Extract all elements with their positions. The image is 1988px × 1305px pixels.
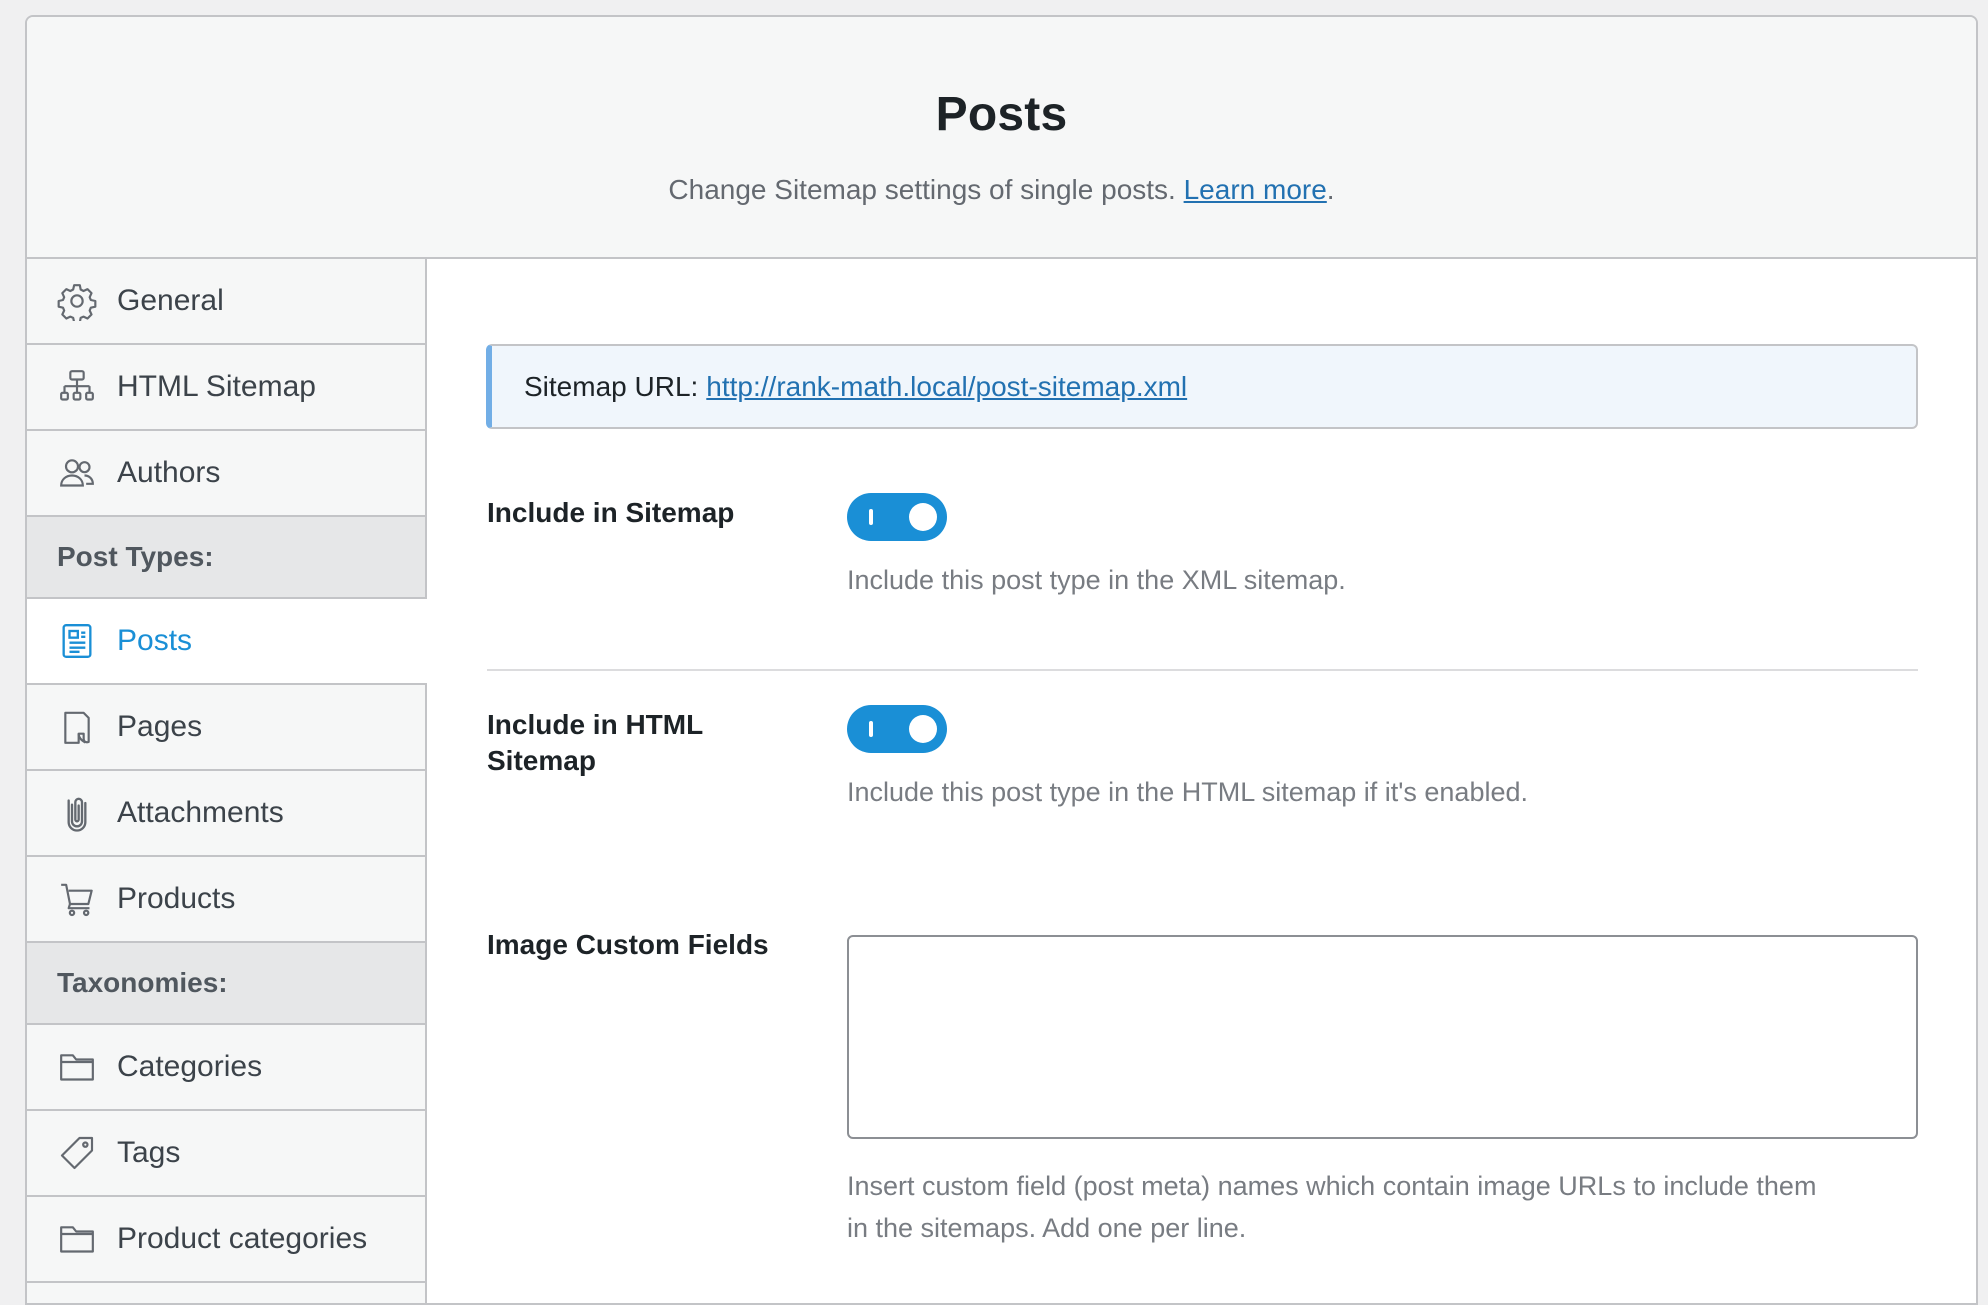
folder-icon bbox=[57, 1047, 97, 1087]
divider bbox=[487, 669, 1918, 671]
cart-icon bbox=[57, 879, 97, 919]
sidebar-item-authors[interactable]: Authors bbox=[27, 431, 425, 517]
main-content: Sitemap URL: http://rank-math.local/post… bbox=[427, 259, 1976, 1303]
sitemap-icon bbox=[57, 367, 97, 407]
include-sitemap-label: Include in Sitemap bbox=[487, 497, 735, 528]
description-line1: Insert custom field (post meta) names wh… bbox=[847, 1171, 1817, 1201]
sidebar-item-tags[interactable]: Tags bbox=[27, 1111, 425, 1197]
sidebar-item-products[interactable]: Products bbox=[27, 857, 425, 943]
toggle-knob bbox=[909, 715, 937, 743]
image-custom-fields-label: Image Custom Fields bbox=[487, 929, 769, 960]
post-types-heading: Post Types: bbox=[27, 517, 425, 599]
learn-more-link[interactable]: Learn more bbox=[1184, 174, 1327, 205]
include-sitemap-toggle[interactable] bbox=[847, 493, 947, 541]
sidebar-item-label: General bbox=[117, 284, 224, 317]
sidebar-item-product-categories[interactable]: Product categories bbox=[27, 1197, 425, 1283]
paperclip-icon bbox=[57, 793, 97, 833]
folder-icon bbox=[57, 1219, 97, 1259]
include-sitemap-description: Include this post type in the XML sitema… bbox=[847, 565, 1346, 595]
page-title: Posts bbox=[935, 88, 1068, 141]
sidebar-item-label: Products bbox=[117, 882, 236, 915]
sidebar-item-attachments[interactable]: Attachments bbox=[27, 771, 425, 857]
include-html-sitemap-label: Include in HTML Sitemap bbox=[487, 707, 703, 779]
toggle-knob bbox=[909, 503, 937, 531]
page-icon bbox=[57, 707, 97, 747]
sidebar-item-posts[interactable]: Posts bbox=[27, 599, 429, 685]
sidebar-item-categories[interactable]: Categories bbox=[27, 1025, 425, 1111]
toggle-on-indicator bbox=[869, 509, 873, 525]
page-header: Posts Change Sitemap settings of single … bbox=[27, 17, 1976, 259]
sidebar-item-label: Product categories bbox=[117, 1222, 368, 1255]
include-html-sitemap-toggle[interactable] bbox=[847, 705, 947, 753]
include-html-sitemap-label-line1: Include in HTML bbox=[487, 709, 704, 740]
sidebar-item-pages[interactable]: Pages bbox=[27, 685, 425, 771]
sidebar-item-label: Categories bbox=[117, 1050, 263, 1083]
subtitle-period: . bbox=[1326, 174, 1335, 205]
taxonomies-heading: Taxonomies: bbox=[27, 943, 425, 1025]
image-custom-fields-description: Insert custom field (post meta) names wh… bbox=[847, 1165, 1816, 1249]
include-html-sitemap-description: Include this post type in the HTML sitem… bbox=[847, 777, 1528, 807]
sidebar-item-label: Authors bbox=[117, 456, 221, 489]
gear-icon bbox=[57, 281, 97, 321]
sidebar-item-label: Posts bbox=[117, 624, 193, 657]
sidebar-item-label: Tags bbox=[117, 1136, 181, 1169]
sidebar-item-label: Pages bbox=[117, 710, 203, 743]
sidebar-item-html-sitemap[interactable]: HTML Sitemap bbox=[27, 345, 425, 431]
sidebar-item-general[interactable]: General bbox=[27, 259, 425, 345]
sitemap-url-notice: Sitemap URL: http://rank-math.local/post… bbox=[486, 344, 1918, 429]
tag-icon bbox=[57, 1133, 97, 1173]
image-custom-fields-textarea[interactable] bbox=[847, 935, 1918, 1139]
sidebar-item-label: Attachments bbox=[117, 796, 284, 829]
description-line2: in the sitemaps. Add one per line. bbox=[847, 1213, 1247, 1243]
subtitle-text: Change Sitemap settings of single posts. bbox=[668, 174, 1176, 205]
toggle-on-indicator bbox=[869, 721, 873, 737]
include-html-sitemap-label-line2: Sitemap bbox=[487, 745, 596, 776]
sitemap-url-link[interactable]: http://rank-math.local/post-sitemap.xml bbox=[706, 371, 1187, 403]
post-icon bbox=[57, 621, 97, 661]
settings-panel: Posts Change Sitemap settings of single … bbox=[25, 15, 1978, 1305]
sidebar-item-label: HTML Sitemap bbox=[117, 370, 316, 403]
users-icon bbox=[57, 453, 97, 493]
page-subtitle: Change Sitemap settings of single posts.… bbox=[27, 174, 1976, 206]
sidebar: General HTML Sitemap Authors Post Types:… bbox=[27, 259, 429, 1303]
sitemap-url-label: Sitemap URL: bbox=[524, 370, 699, 402]
